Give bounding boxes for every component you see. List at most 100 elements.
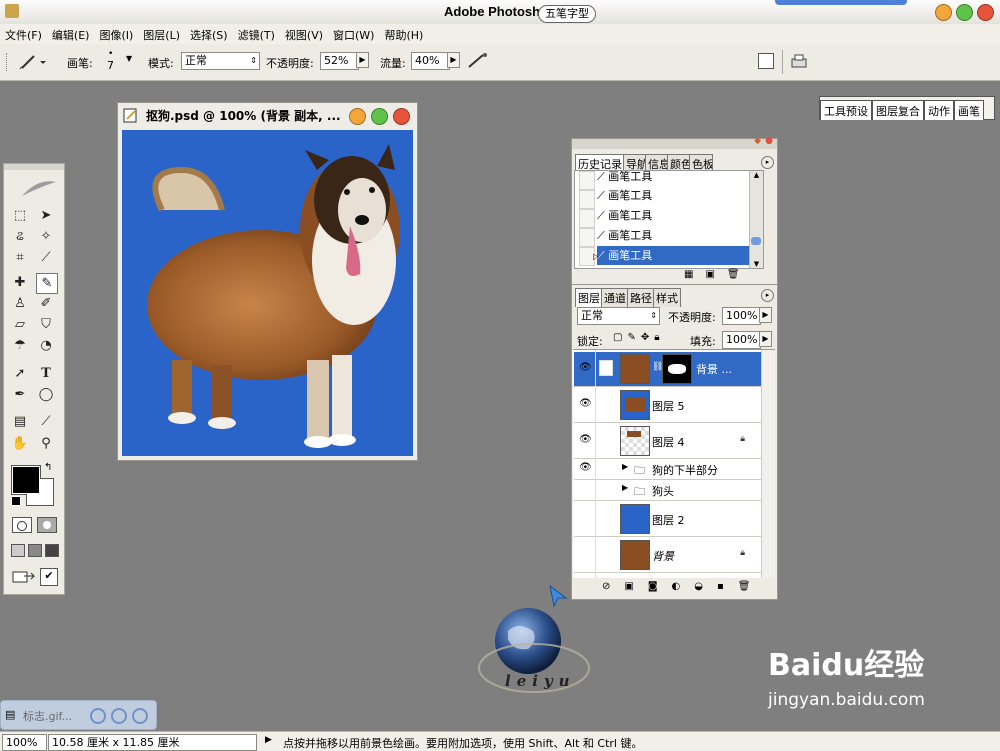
brush-preset-icon[interactable] bbox=[16, 52, 46, 72]
default-colors-icon[interactable] bbox=[11, 496, 21, 506]
zoom-tool-icon[interactable]: ⚲ bbox=[36, 434, 56, 453]
brush-tool-icon[interactable]: ✎ bbox=[36, 273, 58, 294]
history-item[interactable]: ⟋ 画笔工具 bbox=[597, 226, 761, 245]
visibility-eye-icon[interactable]: 👁︎ bbox=[579, 462, 592, 473]
menu-help[interactable]: 帮助(H) bbox=[379, 24, 428, 43]
notes-tool-icon[interactable]: ▤ bbox=[10, 412, 30, 431]
maximize-button[interactable] bbox=[956, 4, 973, 21]
paint-bucket-tool-icon[interactable]: ⛉ bbox=[36, 315, 56, 334]
path-select-tool-icon[interactable]: ➚ bbox=[10, 364, 30, 383]
visibility-eye-icon[interactable]: 👁︎ bbox=[579, 434, 592, 445]
fill-input[interactable]: 100% bbox=[722, 331, 761, 349]
layer-row-selected[interactable]: 👁︎ ⛓ 背景 ... bbox=[574, 352, 761, 387]
layer-row[interactable]: 背景 🔒︎ bbox=[574, 537, 761, 573]
crop-tool-icon[interactable]: ⌗ bbox=[10, 248, 30, 267]
opacity-slider-button[interactable]: ▶ bbox=[356, 52, 369, 68]
quick-mask-icon[interactable] bbox=[37, 517, 57, 533]
ellipse-tool-icon[interactable]: ◯ bbox=[36, 385, 56, 404]
add-mask-icon[interactable]: ◙ bbox=[648, 581, 672, 592]
doc-maximize-button[interactable] bbox=[371, 108, 388, 125]
history-snapshot-check[interactable] bbox=[579, 190, 595, 209]
history-menu-button[interactable]: ▸ bbox=[761, 156, 774, 169]
history-snapshot-check[interactable] bbox=[579, 228, 595, 247]
type-tool-icon[interactable]: T bbox=[36, 364, 56, 383]
menu-file[interactable]: 文件(F) bbox=[0, 24, 47, 43]
maximize-button[interactable] bbox=[111, 708, 127, 724]
visibility-eye-icon[interactable]: 👁︎ bbox=[579, 362, 592, 373]
delete-layer-icon[interactable]: 🗑 bbox=[738, 581, 765, 592]
lock-all-icon[interactable]: 🔒︎ bbox=[654, 332, 664, 343]
swap-colors-icon[interactable]: ↰ bbox=[44, 462, 52, 473]
doc-minimize-button[interactable] bbox=[349, 108, 366, 125]
layer-group-row[interactable]: ▶ 🗀 狗头 bbox=[574, 480, 761, 501]
eyedropper-tool-icon[interactable]: ⟋ bbox=[36, 412, 56, 431]
snapshot-icon[interactable]: ▦ bbox=[684, 269, 705, 280]
history-snapshot-check[interactable] bbox=[579, 171, 595, 190]
lock-position-icon[interactable]: ✥ bbox=[641, 332, 654, 343]
layers-scrollbar[interactable] bbox=[761, 350, 775, 578]
menu-select[interactable]: 选择(S) bbox=[185, 24, 233, 43]
lock-pixels-icon[interactable]: ✎ bbox=[627, 332, 640, 343]
well-tab-tool-presets[interactable]: 工具预设 bbox=[820, 100, 872, 120]
zoom-field[interactable]: 100% bbox=[2, 734, 47, 751]
add-layer-style-icon[interactable]: ▣ bbox=[624, 581, 647, 592]
tab-paths[interactable]: 路径 bbox=[627, 288, 655, 307]
history-item[interactable]: ⟋ 画笔工具 bbox=[597, 206, 761, 225]
layer-row[interactable]: 👁︎ 图层 5 bbox=[574, 387, 761, 423]
expand-triangle-icon[interactable]: ▶ bbox=[622, 483, 628, 492]
healing-brush-tool-icon[interactable]: ✚ bbox=[10, 273, 30, 292]
menu-filter[interactable]: 滤镜(T) bbox=[233, 24, 280, 43]
lasso-tool-icon[interactable]: ଌ bbox=[10, 227, 30, 246]
history-item[interactable]: ⟋ 画笔工具 bbox=[597, 171, 761, 186]
tab-layers[interactable]: 图层 bbox=[575, 288, 603, 307]
history-snapshot-check[interactable] bbox=[579, 209, 595, 228]
minimize-button[interactable] bbox=[935, 4, 952, 21]
layer-opacity-input[interactable]: 100% bbox=[722, 307, 761, 325]
new-group-icon[interactable]: ◐ bbox=[672, 581, 695, 592]
layers-menu-button[interactable]: ▸ bbox=[761, 289, 774, 302]
menu-image[interactable]: 图像(I) bbox=[94, 24, 138, 43]
status-menu-arrow-icon[interactable]: ▶ bbox=[265, 735, 272, 745]
opacity-input[interactable]: 52% bbox=[320, 52, 359, 70]
screen-mode-full-menu-icon[interactable] bbox=[28, 544, 42, 557]
mode-select[interactable]: 正常 ⇕ bbox=[181, 52, 260, 70]
lock-transparency-icon[interactable]: ▢ bbox=[613, 332, 627, 343]
close-button[interactable] bbox=[977, 4, 994, 21]
pen-tool-icon[interactable]: ✒ bbox=[10, 385, 30, 404]
eraser-tool-icon[interactable]: ▱ bbox=[10, 315, 30, 334]
menu-window[interactable]: 窗口(W) bbox=[328, 24, 379, 43]
screen-mode-standard-icon[interactable] bbox=[11, 544, 25, 557]
doc-close-button[interactable] bbox=[393, 108, 410, 125]
layer-opacity-slider-button[interactable]: ▶ bbox=[759, 307, 772, 323]
palette-toggle-icon[interactable] bbox=[790, 53, 808, 69]
clone-stamp-tool-icon[interactable]: ♙ bbox=[10, 294, 30, 313]
brush-size[interactable]: 7 bbox=[107, 59, 114, 72]
magic-wand-tool-icon[interactable]: ✧ bbox=[36, 227, 56, 246]
blur-tool-icon[interactable]: ☂ bbox=[10, 336, 30, 355]
restore-button[interactable] bbox=[90, 708, 106, 724]
hand-tool-icon[interactable]: ✋ bbox=[10, 434, 30, 453]
airbrush-icon[interactable] bbox=[466, 51, 490, 71]
checkmark-icon[interactable]: ✔ bbox=[40, 568, 58, 586]
new-document-icon[interactable]: ▣ bbox=[705, 269, 726, 280]
history-item[interactable]: ⟋ 画笔工具 bbox=[597, 186, 761, 205]
visibility-eye-icon[interactable]: 👁︎ bbox=[579, 398, 592, 409]
flow-input[interactable]: 40% bbox=[411, 52, 450, 70]
menu-edit[interactable]: 编辑(E) bbox=[47, 24, 95, 43]
tab-styles[interactable]: 样式 bbox=[653, 288, 681, 307]
flow-slider-button[interactable]: ▶ bbox=[447, 52, 460, 68]
close-button[interactable] bbox=[132, 708, 148, 724]
document-size-field[interactable]: 10.58 厘米 x 11.85 厘米 bbox=[48, 734, 257, 751]
image-canvas[interactable] bbox=[122, 130, 413, 456]
chevron-down-icon[interactable]: ▼ bbox=[126, 54, 132, 63]
history-item-selected[interactable]: ⟋ 画笔工具 bbox=[597, 246, 761, 265]
fill-slider-button[interactable]: ▶ bbox=[759, 331, 772, 347]
move-tool-icon[interactable]: ➤ bbox=[36, 206, 56, 225]
history-scrollbar[interactable]: ▲ ▼ bbox=[749, 171, 763, 268]
tab-channels[interactable]: 通道 bbox=[601, 288, 629, 307]
history-brush-tool-icon[interactable]: ✐ bbox=[36, 294, 56, 313]
expand-triangle-icon[interactable]: ▶ bbox=[622, 462, 628, 471]
menu-view[interactable]: 视图(V) bbox=[280, 24, 328, 43]
layer-row[interactable]: 图层 2 bbox=[574, 501, 761, 537]
blend-mode-select[interactable]: 正常 ⇕ bbox=[577, 307, 660, 325]
